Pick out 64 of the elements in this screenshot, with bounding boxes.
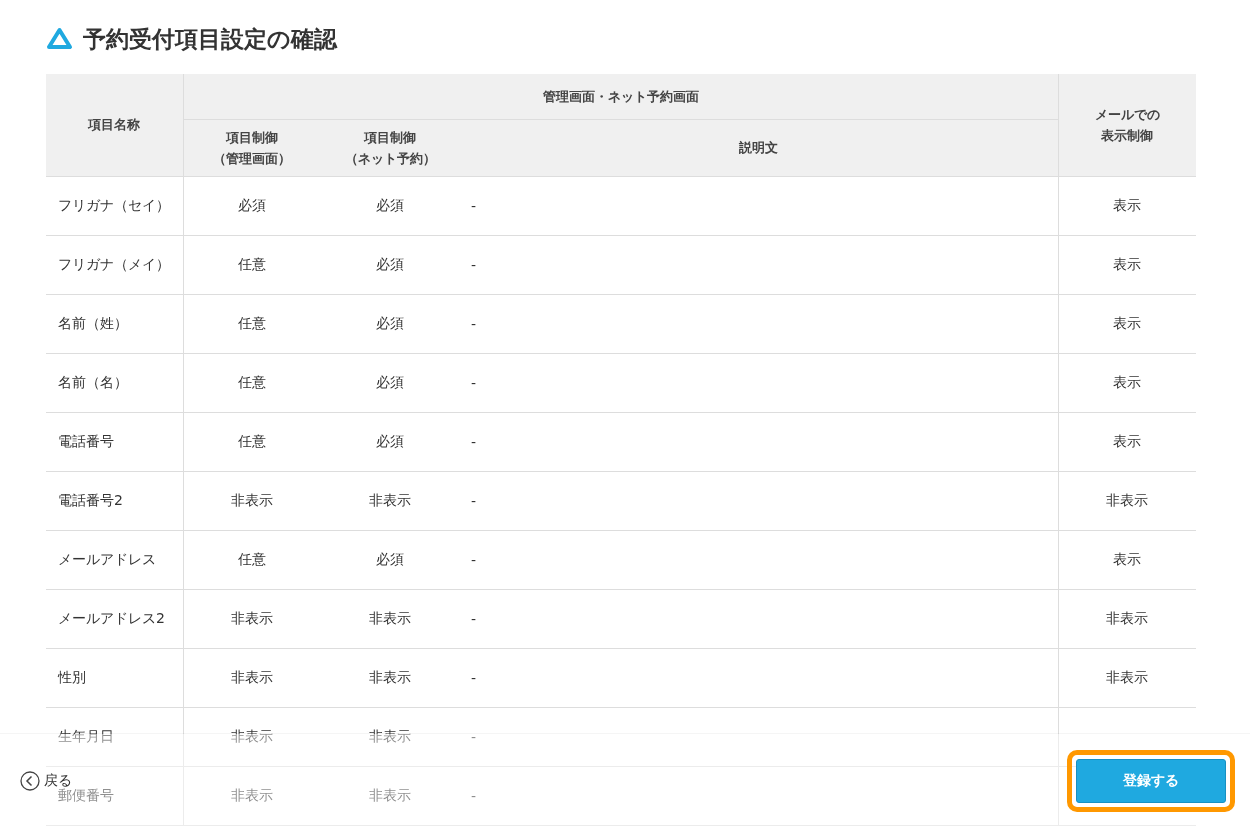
table-cell: - [459, 471, 1058, 530]
table-cell: 非表示 [183, 648, 321, 707]
column-header: （ネット予約） [343, 149, 437, 168]
table-cell: - [459, 353, 1058, 412]
table-cell: - [459, 235, 1058, 294]
table-cell: 非表示 [183, 589, 321, 648]
table-cell: 名前（姓） [46, 294, 183, 353]
table-cell: 必須 [321, 176, 459, 235]
table-cell: 非表示 [321, 589, 459, 648]
column-header: 説明文 [459, 119, 1058, 176]
table-cell: - [459, 412, 1058, 471]
table-cell: 任意 [183, 412, 321, 471]
column-header: 管理画面・ネット予約画面 [183, 74, 1058, 119]
page-title: 予約受付項目設定の確認 [83, 24, 337, 54]
column-header: 項目制御 [225, 128, 280, 147]
table-cell: 非表示 [321, 471, 459, 530]
table-cell: 表示 [1058, 353, 1196, 412]
table-cell: 非表示 [183, 707, 321, 766]
column-header: 項目制御 [363, 128, 417, 147]
table-cell: 表示 [1058, 530, 1196, 589]
table-cell: 必須 [321, 235, 459, 294]
column-header: （管理画面） [212, 149, 293, 168]
table-cell: 任意 [183, 530, 321, 589]
table-cell: - [459, 766, 1058, 825]
table-cell: 非表示 [321, 707, 459, 766]
triangle-logo-icon [46, 27, 73, 51]
table-cell: - [459, 176, 1058, 235]
table-cell: 必須 [321, 412, 459, 471]
table-cell: 必須 [321, 530, 459, 589]
table-cell: 任意 [183, 294, 321, 353]
table-cell: 表示 [1058, 235, 1196, 294]
table-cell: 必須 [321, 294, 459, 353]
column-header: 表示制御 [1100, 126, 1155, 145]
table-cell: フリガナ（メイ） [46, 235, 183, 294]
table-cell: 生年月日 [46, 707, 183, 766]
table-cell: 必須 [183, 176, 321, 235]
table-cell: 電話番号 [46, 412, 183, 471]
table-cell: フリガナ（セイ） [46, 176, 183, 235]
table-cell: メールアドレス [46, 530, 183, 589]
table-cell: 表示 [1058, 176, 1196, 235]
table-cell: 任意 [183, 235, 321, 294]
table-cell: 非表示 [321, 766, 459, 825]
table-cell: - [459, 530, 1058, 589]
table-cell: - [459, 589, 1058, 648]
table-cell: 非表示 [1058, 471, 1196, 530]
table-cell: 表示 [1058, 412, 1196, 471]
table-cell: 非表示 [183, 766, 321, 825]
table-cell: 任意 [183, 353, 321, 412]
table-cell: - [459, 707, 1058, 766]
table-cell: 電話番号2 [46, 471, 183, 530]
table-cell: - [459, 648, 1058, 707]
table-cell: 名前（名） [46, 353, 183, 412]
chevron-left-circle-icon [20, 771, 40, 791]
table-cell: 非表示 [321, 648, 459, 707]
table-cell: 非表示 [183, 471, 321, 530]
table-cell: 必須 [321, 353, 459, 412]
table-cell: 性別 [46, 648, 183, 707]
table-cell: 非表示 [1058, 648, 1196, 707]
column-header: 項目名称 [46, 74, 183, 176]
table-cell: - [459, 294, 1058, 353]
table-cell: 表示 [1058, 294, 1196, 353]
table-cell: 非表示 [1058, 589, 1196, 648]
column-header: メールでの [1093, 105, 1161, 124]
table-cell: メールアドレス2 [46, 589, 183, 648]
